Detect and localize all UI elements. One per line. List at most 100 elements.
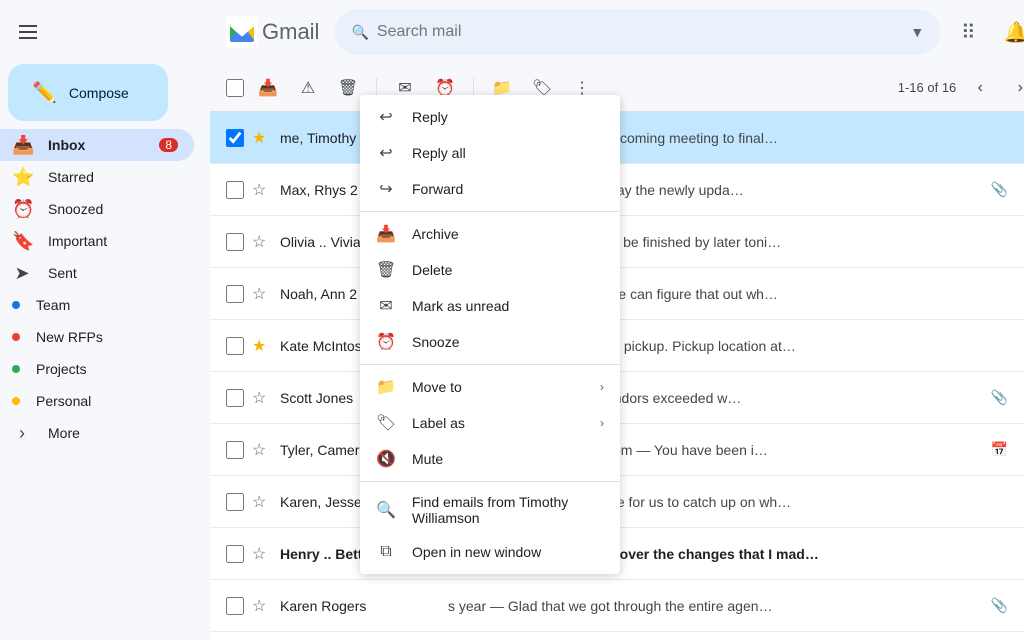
new-rfps-dot bbox=[12, 333, 20, 341]
forward-icon: ↪ bbox=[376, 179, 396, 199]
sidebar-item-personal[interactable]: Personal bbox=[0, 385, 194, 417]
context-menu-mute-label: Mute bbox=[412, 451, 443, 467]
context-menu-snooze[interactable]: ⏰ Snooze bbox=[360, 324, 620, 360]
find-emails-icon: 🔍 bbox=[376, 500, 396, 520]
star-icon[interactable]: ★ bbox=[252, 336, 272, 356]
row-checkbox[interactable] bbox=[226, 337, 244, 355]
mute-icon: 🔇 bbox=[376, 449, 396, 469]
context-menu-find-emails[interactable]: 🔍 Find emails from Timothy Williamson bbox=[360, 486, 620, 534]
context-menu-forward-label: Forward bbox=[412, 181, 463, 197]
email-time: 9:21 AM bbox=[1016, 235, 1024, 249]
email-time: Feb 10 bbox=[1016, 443, 1024, 457]
sidebar-item-label: Important bbox=[48, 233, 107, 249]
sidebar-item-label: More bbox=[48, 425, 80, 441]
context-menu-reply-label: Reply bbox=[412, 109, 448, 125]
context-menu-label-as[interactable]: 🏷 Label as › bbox=[360, 405, 620, 441]
move-to-icon: 📁 bbox=[376, 377, 396, 397]
star-icon[interactable]: ☆ bbox=[252, 284, 272, 304]
email-icons: 📎 bbox=[991, 597, 1008, 614]
sender: Karen Rogers bbox=[280, 598, 440, 614]
sidebar-item-new-rfps[interactable]: New RFPs bbox=[0, 321, 194, 353]
star-icon[interactable]: ☆ bbox=[252, 180, 272, 200]
submenu-arrow: › bbox=[600, 380, 604, 394]
sidebar-item-label: Projects bbox=[36, 361, 87, 377]
sidebar-item-important[interactable]: 🔖 Important bbox=[0, 225, 194, 257]
reply-all-icon: ↩ bbox=[376, 143, 396, 163]
report-spam-button[interactable]: ⚠ bbox=[292, 72, 324, 104]
context-menu-open-window-label: Open in new window bbox=[412, 544, 541, 560]
subject-snippet: s year — Glad that we got through the en… bbox=[448, 598, 975, 614]
sidebar-item-label: New RFPs bbox=[36, 329, 103, 345]
search-bar[interactable]: 🔍 ▼ bbox=[335, 9, 940, 55]
email-icons: 📎 bbox=[991, 389, 1008, 406]
context-menu-forward[interactable]: ↪ Forward bbox=[360, 171, 620, 207]
inbox-icon: 📥 bbox=[12, 135, 32, 156]
snooze-menu-icon: ⏰ bbox=[376, 332, 396, 352]
email-icons: 📅 bbox=[991, 441, 1008, 458]
email-time: Feb 10 bbox=[1016, 599, 1024, 613]
sidebar-item-team[interactable]: Team bbox=[0, 289, 194, 321]
next-page-button[interactable]: › bbox=[1004, 72, 1024, 104]
sidebar-item-inbox[interactable]: 📥 Inbox 8 bbox=[0, 129, 194, 161]
row-checkbox[interactable] bbox=[226, 545, 244, 563]
context-menu-mark-unread[interactable]: ✉ Mark as unread bbox=[360, 288, 620, 324]
sent-icon: ➤ bbox=[12, 263, 32, 284]
compose-icon: ✏️ bbox=[32, 80, 57, 105]
apps-button[interactable]: ⠿ bbox=[948, 12, 988, 52]
sidebar-item-snoozed[interactable]: ⏰ Snoozed bbox=[0, 193, 194, 225]
email-time: 9:18 AM bbox=[1016, 287, 1024, 301]
attachment-icon: 📎 bbox=[991, 389, 1008, 406]
row-checkbox[interactable] bbox=[226, 129, 244, 147]
context-menu-delete[interactable]: 🗑 Delete bbox=[360, 252, 620, 288]
context-menu-reply-all[interactable]: ↩ Reply all bbox=[360, 135, 620, 171]
search-icon: 🔍 bbox=[351, 24, 368, 41]
context-menu-open-window[interactable]: ⧉ Open in new window bbox=[360, 534, 620, 570]
sidebar-item-projects[interactable]: Projects bbox=[0, 353, 194, 385]
star-icon[interactable]: ☆ bbox=[252, 544, 272, 564]
email-time: 11:37 PM bbox=[1016, 391, 1024, 405]
archive-toolbar-button[interactable]: 📥 bbox=[252, 72, 284, 104]
star-icon[interactable]: ☆ bbox=[252, 388, 272, 408]
table-row[interactable]: ★ Ann Nguyen te across Horizontals, Vert… bbox=[210, 632, 1024, 640]
prev-page-button[interactable]: ‹ bbox=[964, 72, 996, 104]
context-menu-reply[interactable]: ↩ Reply bbox=[360, 99, 620, 135]
sidebar-item-sent[interactable]: ➤ Sent bbox=[0, 257, 194, 289]
important-icon: 🔖 bbox=[12, 231, 32, 252]
notifications-button[interactable]: 🔔 bbox=[996, 12, 1024, 52]
context-menu-mute[interactable]: 🔇 Mute bbox=[360, 441, 620, 477]
context-menu-move-to[interactable]: 📁 Move to › bbox=[360, 369, 620, 405]
compose-button[interactable]: ✏️ Compose bbox=[8, 64, 168, 121]
star-icon[interactable]: ☆ bbox=[252, 596, 272, 616]
menu-button[interactable] bbox=[4, 8, 52, 56]
context-menu-archive[interactable]: 📥 Archive bbox=[360, 216, 620, 252]
search-dropdown-icon[interactable]: ▼ bbox=[910, 24, 924, 40]
row-checkbox[interactable] bbox=[226, 181, 244, 199]
select-all-checkbox[interactable] bbox=[226, 79, 244, 97]
table-row[interactable]: ☆ Karen Rogers s year — Glad that we got… bbox=[210, 580, 1024, 632]
row-checkbox[interactable] bbox=[226, 233, 244, 251]
topbar-icons: ⠿ 🔔 J bbox=[948, 12, 1024, 52]
archive-icon: 📥 bbox=[376, 224, 396, 244]
star-icon[interactable]: ★ bbox=[252, 128, 272, 148]
sidebar-item-label: Inbox bbox=[48, 137, 85, 153]
row-checkbox[interactable] bbox=[226, 493, 244, 511]
menu-divider3 bbox=[360, 481, 620, 482]
context-menu: ↩ Reply ↩ Reply all ↪ Forward 📥 Archive … bbox=[360, 95, 620, 574]
calendar-icon: 📅 bbox=[991, 441, 1008, 458]
sidebar-item-starred[interactable]: ⭐ Starred bbox=[0, 161, 194, 193]
sidebar-item-label: Team bbox=[36, 297, 70, 313]
row-checkbox[interactable] bbox=[226, 285, 244, 303]
sidebar-item-more[interactable]: › More bbox=[0, 417, 194, 449]
context-menu-move-to-label: Move to bbox=[412, 379, 462, 395]
row-checkbox[interactable] bbox=[226, 389, 244, 407]
star-icon[interactable]: ☆ bbox=[252, 232, 272, 252]
star-icon[interactable]: ☆ bbox=[252, 440, 272, 460]
attachment-icon: 📎 bbox=[991, 181, 1008, 198]
star-icon[interactable]: ☆ bbox=[252, 492, 272, 512]
context-menu-label-as-label: Label as bbox=[412, 415, 465, 431]
row-checkbox[interactable] bbox=[226, 597, 244, 615]
snooze-icon: ⏰ bbox=[12, 199, 32, 220]
search-input[interactable] bbox=[377, 23, 911, 41]
row-checkbox[interactable] bbox=[226, 441, 244, 459]
topbar: Gmail 🔍 ▼ ⠿ 🔔 J bbox=[210, 0, 1024, 64]
